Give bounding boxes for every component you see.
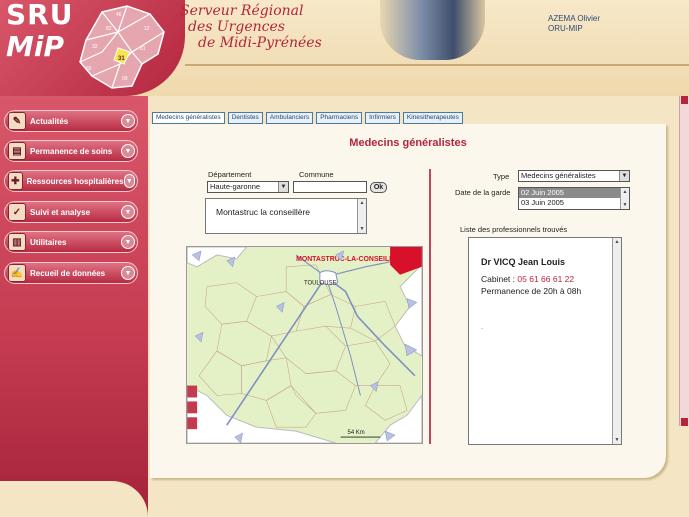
scroll-up-icon[interactable] xyxy=(681,96,688,104)
result-extra: . xyxy=(481,324,483,331)
type-label: Type xyxy=(493,172,510,181)
list-item[interactable]: Montastruc la conseillère xyxy=(216,207,310,217)
panel-divider xyxy=(429,169,431,444)
map-scale-label: 54 Km xyxy=(348,430,365,436)
map-number-09: 09 xyxy=(122,76,128,82)
region-map-icon: 46 82 32 31 65 09 12 81 xyxy=(79,5,165,89)
sidebar-item-label: Ressources hospitalières xyxy=(26,176,124,186)
page-title: Medecins généralistes xyxy=(349,137,467,149)
books-icon: ▥ xyxy=(8,233,26,251)
map-number-31: 31 xyxy=(118,56,125,62)
sidebar-item-label: Utilitaires xyxy=(30,237,67,247)
scroll-down-icon[interactable]: ▼ xyxy=(613,436,621,444)
chevron-down-icon: ▼ xyxy=(278,182,288,192)
chevron-down-icon: ▼ xyxy=(121,144,135,158)
sidebar-item-label: Permanence de soins xyxy=(30,146,113,156)
scroll-up-icon[interactable]: ▲ xyxy=(621,188,629,196)
map-number-46: 46 xyxy=(116,12,122,18)
sidebar-item-label: Suivi et analyse xyxy=(30,207,91,217)
tab-ambulanciers[interactable]: Ambulanciers xyxy=(265,112,314,124)
scroll-up-icon[interactable]: ▲ xyxy=(613,238,621,246)
category-tabs: Medecins généralistes Dentistes Ambulanc… xyxy=(152,112,463,124)
chevron-down-icon: ▼ xyxy=(121,205,135,219)
map-number-82: 82 xyxy=(106,26,112,32)
sidebar-item-utilitaires[interactable]: ▥ Utilitaires ▼ xyxy=(4,231,138,253)
site-title-line3: de Midi-Pyrénées xyxy=(198,35,322,51)
scrollbar[interactable]: ▲ ▼ xyxy=(357,199,366,233)
tab-infirmiers[interactable]: Infirmiers xyxy=(365,112,400,124)
date-option-selected[interactable]: 02 Juin 2005 xyxy=(519,188,629,198)
sidebar-item-recueil[interactable]: ✍ Recueil de données ▼ xyxy=(4,262,138,284)
professional-name: Dr VICQ Jean Louis xyxy=(481,257,566,267)
map-number-81: 81 xyxy=(140,46,146,52)
sidebar-item-actualites[interactable]: ✎ Actualités ▼ xyxy=(4,110,138,132)
site-title: Serveur Régional des Urgences de Midi-Py… xyxy=(180,3,322,51)
department-map[interactable]: MONTASTRUC-LA-CONSEILLERE TOULOUSE 54 Km xyxy=(186,246,423,444)
chevron-down-icon: ▼ xyxy=(121,235,135,249)
chart-icon: ✓ xyxy=(8,203,26,221)
phone-number[interactable]: 05 61 66 61 22 xyxy=(517,274,574,284)
chevron-down-icon: ▼ xyxy=(619,171,629,181)
form-icon: ✍ xyxy=(8,264,26,282)
commune-input[interactable] xyxy=(293,181,367,193)
ok-button[interactable]: Ok xyxy=(370,182,387,193)
departement-select[interactable]: Haute-garonne ▼ xyxy=(207,181,289,193)
header-photo xyxy=(380,0,485,60)
scroll-down-icon[interactable] xyxy=(681,418,688,426)
clipboard-icon: ▤ xyxy=(8,142,26,160)
departement-label: Département xyxy=(208,170,252,179)
newspaper-icon: ✎ xyxy=(8,112,26,130)
sidebar-item-suivi[interactable]: ✓ Suivi et analyse ▼ xyxy=(4,201,138,223)
sru-mip-logo[interactable]: SRU MiP 46 82 32 31 65 09 12 81 xyxy=(0,0,185,96)
tab-dentistes[interactable]: Dentistes xyxy=(227,112,263,124)
scrollbar[interactable]: ▲ ▼ xyxy=(612,238,621,444)
departement-value: Haute-garonne xyxy=(210,182,261,191)
type-value: Medecins généralistes xyxy=(521,171,596,180)
site-title-line1: Serveur Régional xyxy=(180,3,304,19)
map-city-label: TOULOUSE xyxy=(304,281,337,287)
map-number-65: 65 xyxy=(86,66,92,72)
phone-label: Cabinet : xyxy=(481,274,516,284)
page-scrollbar[interactable] xyxy=(679,96,689,426)
map-number-32: 32 xyxy=(92,44,98,50)
tab-medecins-generalistes[interactable]: Medecins généralistes xyxy=(152,112,225,124)
hospital-icon: ✚ xyxy=(8,172,23,190)
date-listbox[interactable]: 02 Juin 2005 03 Juin 2005 ▲ ▼ xyxy=(518,187,630,210)
scrollbar[interactable]: ▲ ▼ xyxy=(620,188,629,209)
sidebar: ✎ Actualités ▼ ▤ Permanence de soins ▼ ✚… xyxy=(0,96,148,517)
date-label: Date de la garde xyxy=(455,188,511,197)
header-divider xyxy=(185,64,689,66)
chevron-down-icon: ▼ xyxy=(121,114,135,128)
results-list: Dr VICQ Jean Louis Cabinet : 05 61 66 61… xyxy=(468,237,622,445)
logo-text-mip: MiP xyxy=(6,30,64,63)
main-panel: Medecins généralistes Département Haute-… xyxy=(150,124,666,478)
site-title-line2: des Urgences xyxy=(188,19,285,35)
scroll-down-icon[interactable]: ▼ xyxy=(621,201,629,209)
tab-pharmaciens[interactable]: Pharmaciens xyxy=(316,112,363,124)
sidebar-footer-curve xyxy=(0,481,148,517)
map-number-12: 12 xyxy=(144,26,150,32)
user-info: AZEMA Olivier ORU-MIP xyxy=(548,14,600,34)
tab-kinesitherapeutes[interactable]: Kinesitherapeutes xyxy=(402,112,463,124)
type-select[interactable]: Medecins généralistes ▼ xyxy=(518,170,630,182)
results-label: Liste des professionnels trouvés xyxy=(460,225,568,234)
chevron-down-icon: ▼ xyxy=(123,174,135,188)
scroll-up-icon[interactable]: ▲ xyxy=(358,199,366,207)
user-name: AZEMA Olivier xyxy=(548,14,601,23)
logo-text-sru: SRU xyxy=(6,0,74,31)
commune-label: Commune xyxy=(299,170,334,179)
sidebar-item-permanence[interactable]: ▤ Permanence de soins ▼ xyxy=(4,140,138,162)
user-org: ORU-MIP xyxy=(548,24,583,33)
map-highlight-label: MONTASTRUC-LA-CONSEILLERE xyxy=(296,256,408,263)
header: SRU MiP 46 82 32 31 65 09 12 81 Serveur … xyxy=(0,0,689,96)
scroll-down-icon[interactable]: ▼ xyxy=(358,225,366,233)
sidebar-item-label: Recueil de données xyxy=(30,268,106,278)
sidebar-item-ressources[interactable]: ✚ Ressources hospitalières ▼ xyxy=(4,170,138,192)
sidebar-item-label: Actualités xyxy=(30,116,69,126)
chevron-down-icon: ▼ xyxy=(121,266,135,280)
permanence-hours: Permanence de 20h à 08h xyxy=(481,286,582,296)
professional-phone-line: Cabinet : 05 61 66 61 22 xyxy=(481,274,574,284)
date-option[interactable]: 03 Juin 2005 xyxy=(519,198,629,208)
commune-results-list[interactable]: Montastruc la conseillère ▲ ▼ xyxy=(205,198,367,234)
